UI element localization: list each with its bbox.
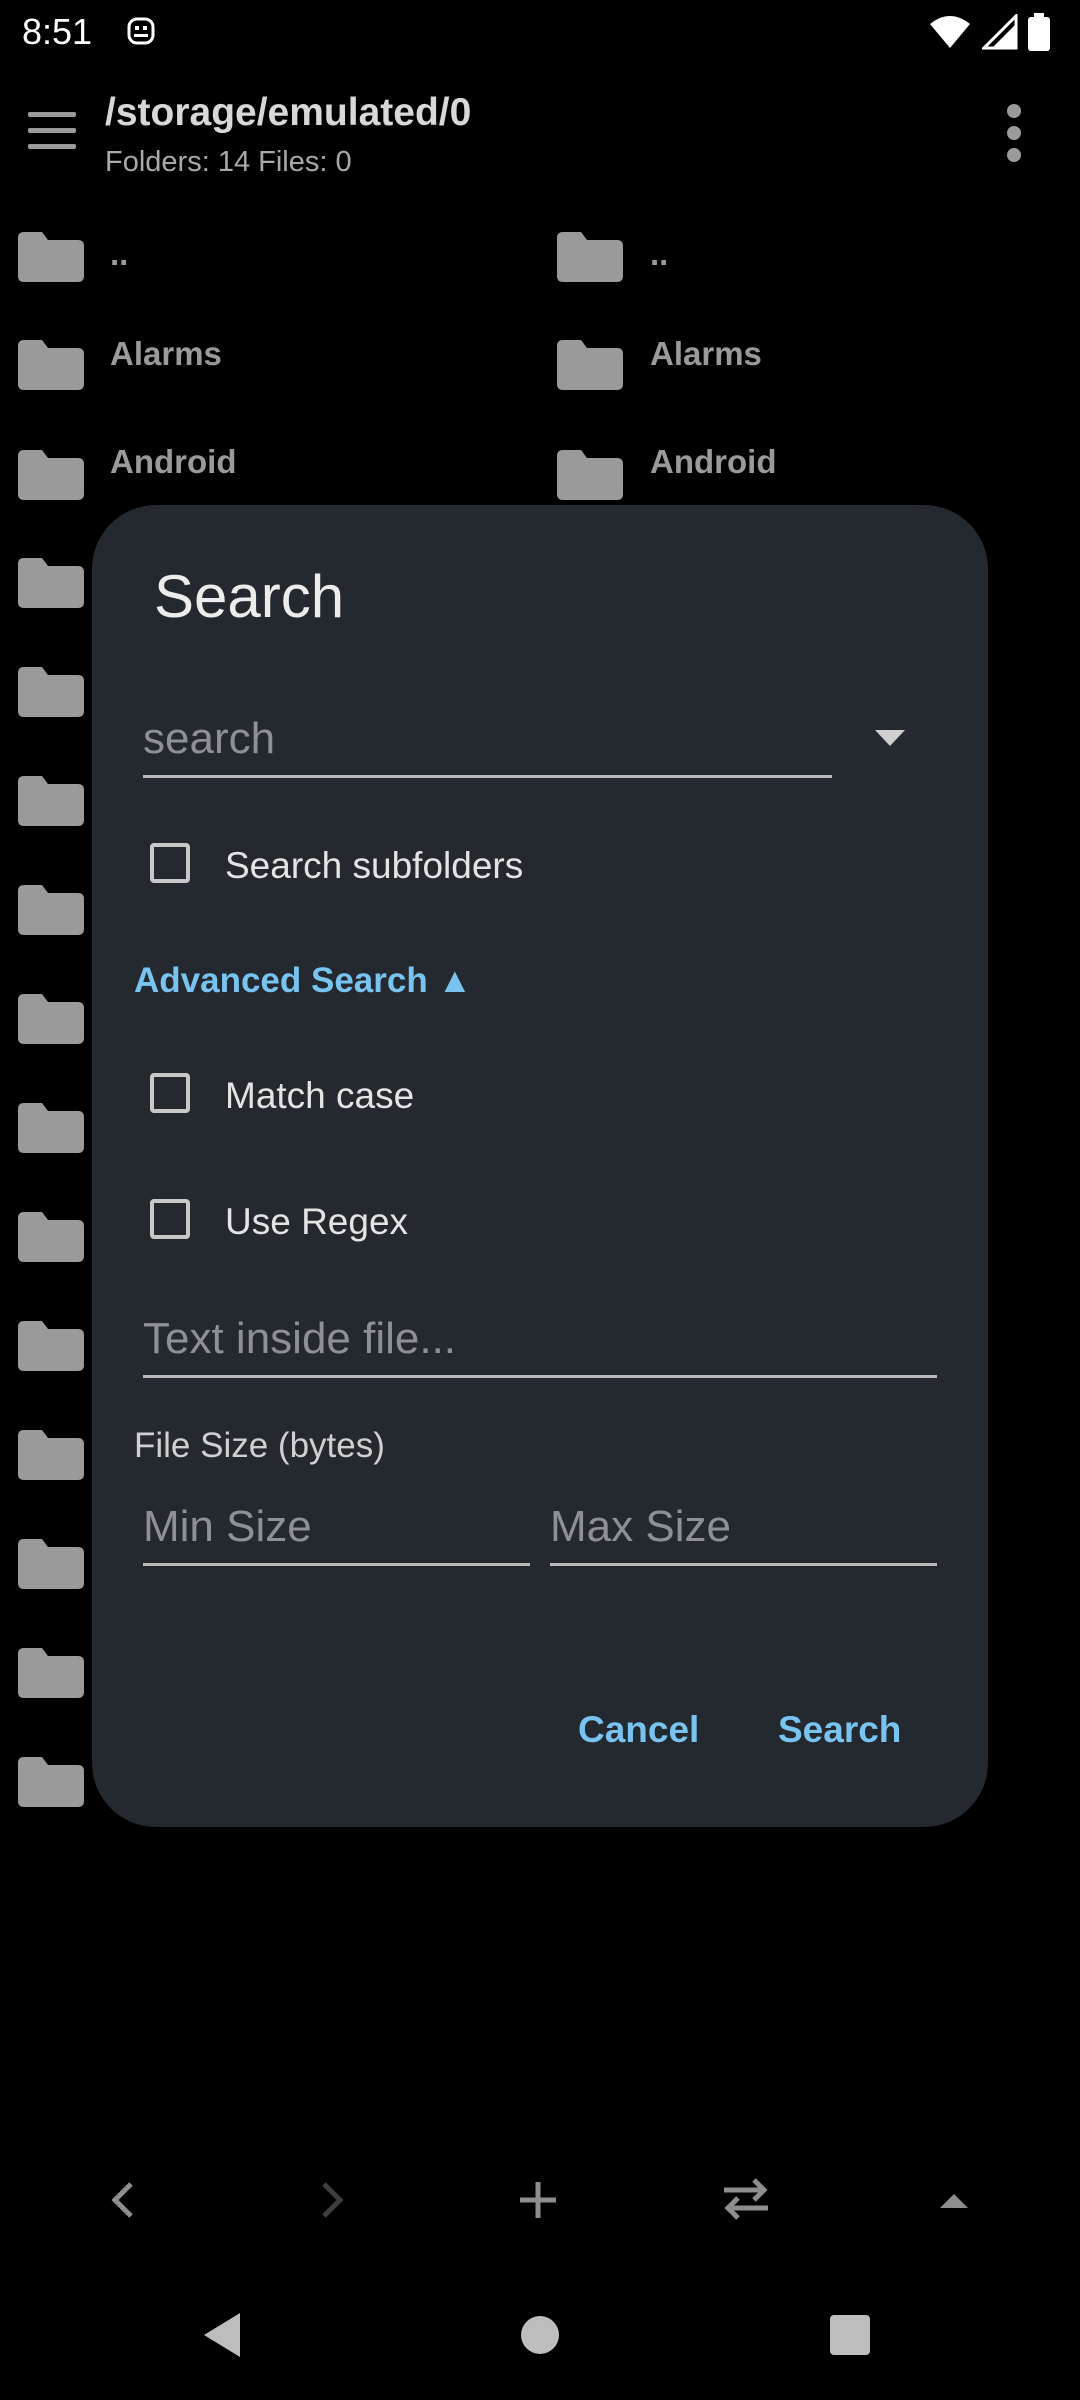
folder-icon[interactable]	[18, 1757, 84, 1807]
max-size-placeholder: Max Size	[550, 1502, 731, 1551]
use-regex-label: Use Regex	[225, 1201, 409, 1242]
app-notification-icon	[127, 17, 155, 45]
folder-icon[interactable]	[18, 776, 84, 826]
wifi-icon	[930, 16, 970, 48]
match-case-label: Match case	[225, 1075, 415, 1116]
min-size-placeholder: Min Size	[143, 1502, 312, 1551]
folder-icon[interactable]	[557, 340, 623, 390]
folder-file-count: Folders: 14 Files: 0	[105, 146, 352, 178]
match-case-checkbox[interactable]: Match case	[150, 1067, 750, 1123]
more-vert-icon[interactable]	[1004, 102, 1024, 164]
nav-recents-icon[interactable]	[820, 2305, 880, 2365]
folder-name[interactable]: Android	[650, 440, 776, 484]
search-placeholder: search	[143, 714, 276, 763]
current-path: /storage/emulated/0	[105, 91, 472, 134]
dialog-title: Search	[154, 563, 345, 630]
forward-arrow-icon[interactable]	[300, 2170, 360, 2230]
search-subfolders-label: Search subfolders	[225, 845, 524, 886]
folder-icon[interactable]	[18, 994, 84, 1044]
folder-name[interactable]: Android	[110, 440, 236, 484]
folder-name[interactable]: Alarms	[110, 332, 222, 376]
folder-icon[interactable]	[18, 450, 84, 500]
folder-icon[interactable]	[18, 1212, 84, 1262]
folder-icon[interactable]	[18, 558, 84, 608]
swap-icon[interactable]	[716, 2168, 776, 2228]
text-inside-placeholder: Text inside file...	[143, 1314, 457, 1363]
folder-name[interactable]: ..	[110, 232, 128, 276]
checkbox[interactable]	[150, 1073, 190, 1113]
folder-icon[interactable]	[18, 1430, 84, 1480]
cancel-button[interactable]: Cancel	[578, 1705, 699, 1755]
text-inside-file-input[interactable]: Text inside file...	[143, 1305, 937, 1378]
folder-icon[interactable]	[18, 1103, 84, 1153]
folder-icon[interactable]	[557, 450, 623, 500]
menu-icon[interactable]	[28, 112, 76, 152]
battery-icon	[1028, 13, 1050, 51]
file-row: Alarms Alarms	[0, 335, 1080, 448]
folder-icon[interactable]	[18, 885, 84, 935]
search-dialog: Search search Search subfolders Advanced…	[92, 505, 988, 1827]
max-size-input[interactable]: Max Size	[550, 1495, 937, 1566]
folder-icon[interactable]	[18, 1539, 84, 1589]
checkbox[interactable]	[150, 843, 190, 883]
advanced-search-toggle[interactable]: Advanced Search ▲	[134, 957, 472, 1005]
chevron-down-icon[interactable]	[875, 730, 905, 748]
min-size-input[interactable]: Min Size	[143, 1495, 530, 1566]
use-regex-checkbox[interactable]: Use Regex	[150, 1193, 750, 1249]
file-row: .. ..	[0, 232, 1080, 340]
file-size-label: File Size (bytes)	[134, 1426, 385, 1465]
folder-icon[interactable]	[18, 340, 84, 390]
signal-icon	[982, 14, 1018, 50]
up-arrow-icon[interactable]	[924, 2170, 984, 2230]
nav-back-icon[interactable]	[196, 2305, 256, 2365]
status-time: 8:51	[22, 11, 93, 52]
folder-icon[interactable]	[18, 232, 84, 282]
folder-name[interactable]: ..	[650, 232, 668, 276]
folder-name[interactable]: Alarms	[650, 332, 762, 376]
folder-icon[interactable]	[557, 232, 623, 282]
folder-icon[interactable]	[18, 667, 84, 717]
nav-home-icon[interactable]	[510, 2305, 570, 2365]
search-input[interactable]: search	[143, 705, 832, 778]
status-icons	[928, 12, 1050, 52]
folder-icon[interactable]	[18, 1648, 84, 1698]
back-arrow-icon[interactable]	[95, 2170, 155, 2230]
checkbox[interactable]	[150, 1199, 190, 1239]
folder-icon[interactable]	[18, 1321, 84, 1371]
search-subfolders-checkbox[interactable]: Search subfolders	[150, 837, 750, 893]
search-button[interactable]: Search	[778, 1705, 901, 1755]
add-icon[interactable]	[508, 2170, 568, 2230]
